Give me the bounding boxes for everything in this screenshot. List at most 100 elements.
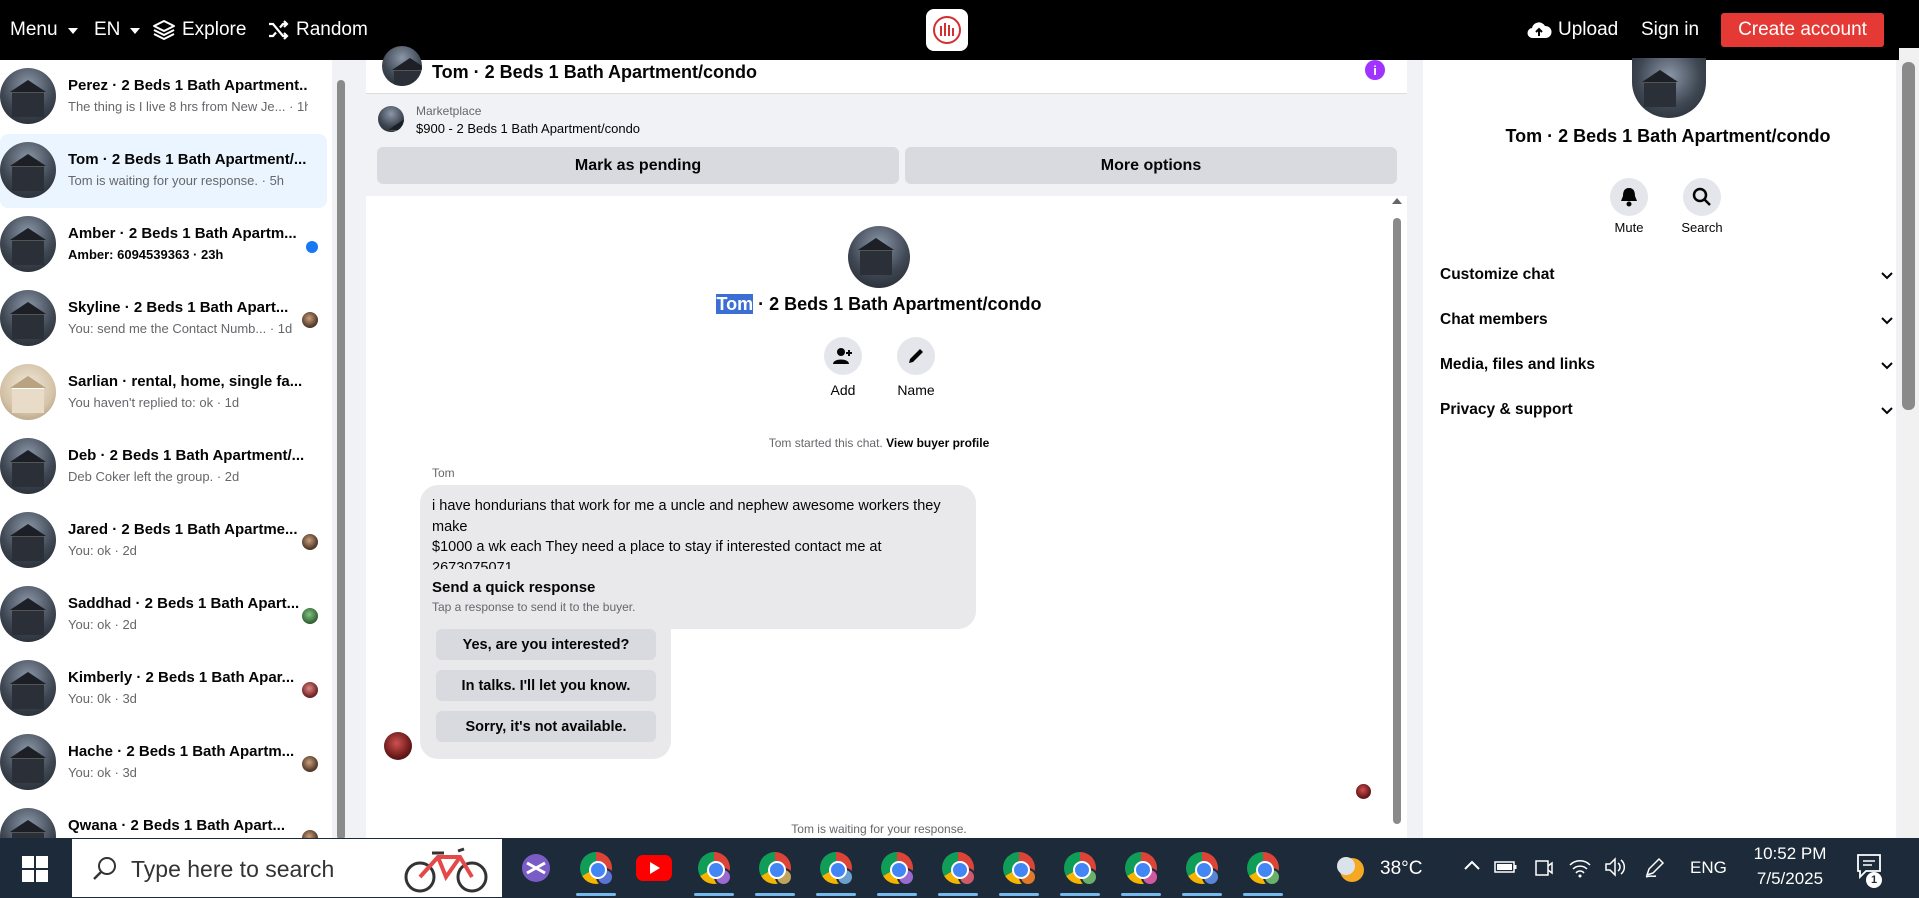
view-buyer-profile-link[interactable]: View buyer profile — [886, 436, 989, 450]
mark-as-pending-label: Mark as pending — [574, 156, 702, 174]
details-avatar[interactable] — [1632, 58, 1706, 118]
conversation-item[interactable]: Saddhad · 2 Beds 1 Bath Apart... You: ok … — [0, 578, 327, 652]
conversation-avatar[interactable] — [848, 226, 910, 288]
quick-response-yes-button[interactable]: Yes, are you interested? — [436, 629, 656, 660]
conversation-item[interactable]: Tom · 2 Beds 1 Bath Apartment/... Tom is … — [0, 134, 327, 208]
conversation-preview: You: ok · 2d — [68, 543, 137, 558]
mute-label: Mute — [1614, 220, 1644, 235]
listing-thumbnail[interactable] — [378, 106, 404, 132]
chrome-profile-icon[interactable] — [816, 848, 856, 888]
weather-temperature[interactable]: 38°C — [1380, 858, 1422, 880]
conversation-item[interactable]: Kimberly · 2 Beds 1 Bath Apar... You: 0k … — [0, 652, 327, 726]
sign-in-link[interactable]: Sign in — [1641, 0, 1699, 60]
youtube-icon[interactable] — [634, 848, 674, 888]
conversation-item[interactable]: Perez · 2 Beds 1 Bath Apartment... The th… — [0, 60, 327, 134]
conversation-item[interactable]: Skyline · 2 Beds 1 Bath Apart... You: sen… — [0, 282, 327, 356]
conversation-item[interactable]: Hache · 2 Beds 1 Bath Apartm... You: ok ·… — [0, 726, 327, 800]
chrome-profile-icon[interactable] — [1121, 848, 1161, 888]
explore-link[interactable]: Explore — [152, 0, 246, 60]
conversation-title: Tom · 2 Beds 1 Bath Apartment/condo — [366, 294, 1392, 315]
media-files-links-section[interactable]: Media, files and links — [1440, 356, 1894, 380]
bicycle-icon — [404, 847, 488, 893]
show-hidden-icons-chevron-icon[interactable] — [1462, 856, 1482, 882]
snipping-tool-icon[interactable] — [516, 848, 556, 888]
random-link[interactable]: Random — [266, 0, 368, 60]
conversation-avatar — [0, 290, 56, 346]
chrome-profile-icon[interactable] — [938, 848, 978, 888]
chrome-profile-icon[interactable] — [999, 848, 1039, 888]
taskbar-search-placeholder: Type here to search — [131, 856, 335, 882]
running-app-indicator — [694, 893, 734, 896]
seen-avatar — [302, 756, 318, 772]
conversation-title: Qwana · 2 Beds 1 Bath Apart... — [68, 817, 285, 834]
chrome-profile-icon[interactable] — [877, 848, 917, 888]
weather-icon[interactable] — [1330, 848, 1370, 888]
conversation-item[interactable]: Sarlian · rental, home, single fa... You … — [0, 356, 327, 430]
taskbar-search-box[interactable]: Type here to search — [72, 839, 502, 897]
windows-start-icon[interactable] — [22, 856, 48, 882]
top-navigation-bar: Menu EN Explore Random Upload Sign in Cr… — [0, 0, 1919, 60]
privacy-support-section[interactable]: Privacy & support — [1440, 401, 1894, 425]
search-button[interactable] — [1683, 178, 1721, 216]
add-person-button[interactable] — [824, 337, 862, 375]
quick-response-label: Yes, are you interested? — [462, 636, 630, 653]
marketplace-label: Marketplace — [416, 104, 482, 118]
conversation-list: Perez · 2 Beds 1 Bath Apartment... The th… — [0, 60, 332, 838]
chat-members-section[interactable]: Chat members — [1440, 311, 1894, 335]
running-app-indicator — [938, 893, 978, 896]
conversation-item[interactable]: Jared · 2 Beds 1 Bath Apartme... You: ok … — [0, 504, 327, 578]
upload-label: Upload — [1558, 19, 1619, 40]
quick-response-card: Send a quick response Tap a response to … — [420, 569, 671, 759]
sender-avatar[interactable] — [384, 732, 412, 760]
conversation-avatar — [0, 512, 56, 568]
chrome-profile-icon[interactable] — [1182, 848, 1222, 888]
conversation-title: Hache · 2 Beds 1 Bath Apartm... — [68, 743, 295, 760]
listing-title[interactable]: $900 - 2 Beds 1 Bath Apartment/condo — [416, 121, 640, 136]
seen-avatar — [302, 608, 318, 624]
seen-avatar — [302, 534, 318, 550]
chrome-profile-icon[interactable] — [755, 848, 795, 888]
clock-time[interactable]: 10:52 PM — [1750, 844, 1830, 864]
page-scrollbar-thumb[interactable] — [1902, 62, 1915, 410]
customize-chat-section[interactable]: Customize chat — [1440, 266, 1894, 290]
conversation-avatar — [0, 68, 56, 124]
running-app-indicator — [576, 893, 616, 896]
scroll-up-arrow-icon[interactable] — [1392, 198, 1402, 204]
info-icon[interactable]: i — [1365, 60, 1385, 80]
battery-icon[interactable] — [1494, 858, 1518, 882]
chrome-profile-icon[interactable] — [694, 848, 734, 888]
conversation-item[interactable]: Deb · 2 Beds 1 Bath Apartment/... Deb Cok… — [0, 430, 327, 504]
conversation-avatar — [0, 734, 56, 790]
mute-button[interactable] — [1610, 178, 1648, 216]
conversation-list-scrollbar[interactable] — [337, 80, 345, 840]
volume-icon[interactable] — [1604, 856, 1628, 884]
camera-icon[interactable] — [1534, 858, 1554, 884]
clock-date[interactable]: 7/5/2025 — [1750, 869, 1830, 889]
chrome-profile-icon[interactable] — [1060, 848, 1100, 888]
language-indicator[interactable]: ENG — [1690, 858, 1727, 878]
chrome-profile-icon[interactable] — [1243, 848, 1283, 888]
quick-response-in-talks-button[interactable]: In talks. I'll let you know. — [436, 670, 656, 701]
read-receipt-avatar — [1356, 784, 1371, 799]
mark-as-pending-button[interactable]: Mark as pending — [377, 147, 899, 184]
more-options-button[interactable]: More options — [905, 147, 1397, 184]
seen-avatar — [302, 682, 318, 698]
conversation-item[interactable]: Qwana · 2 Beds 1 Bath Apart... — [0, 800, 327, 838]
chrome-profile-a-icon[interactable] — [576, 848, 616, 888]
message-thread-scrollbar[interactable] — [1393, 218, 1401, 824]
rename-button[interactable] — [897, 337, 935, 375]
create-account-button[interactable]: Create account — [1721, 13, 1884, 47]
conversation-preview: You: send me the Contact Numb... · 1d — [68, 321, 293, 336]
site-logo[interactable] — [926, 9, 968, 51]
conversation-item[interactable]: Amber · 2 Beds 1 Bath Apartm... Amber: 60… — [0, 208, 327, 282]
chevron-down-icon — [1881, 272, 1893, 280]
upload-button[interactable]: Upload — [1526, 0, 1618, 60]
conversation-details-panel: Tom · 2 Beds 1 Bath Apartment/condo Mute… — [1423, 58, 1896, 838]
network-icon[interactable] — [1568, 856, 1592, 884]
chat-header-avatar[interactable] — [382, 46, 422, 86]
quick-response-not-available-button[interactable]: Sorry, it's not available. — [436, 711, 656, 742]
pen-icon[interactable] — [1644, 856, 1666, 884]
chat-header-title: Tom · 2 Beds 1 Bath Apartment/condo — [432, 62, 758, 82]
menu-button[interactable]: Menu — [10, 0, 78, 60]
language-button[interactable]: EN — [94, 0, 141, 60]
